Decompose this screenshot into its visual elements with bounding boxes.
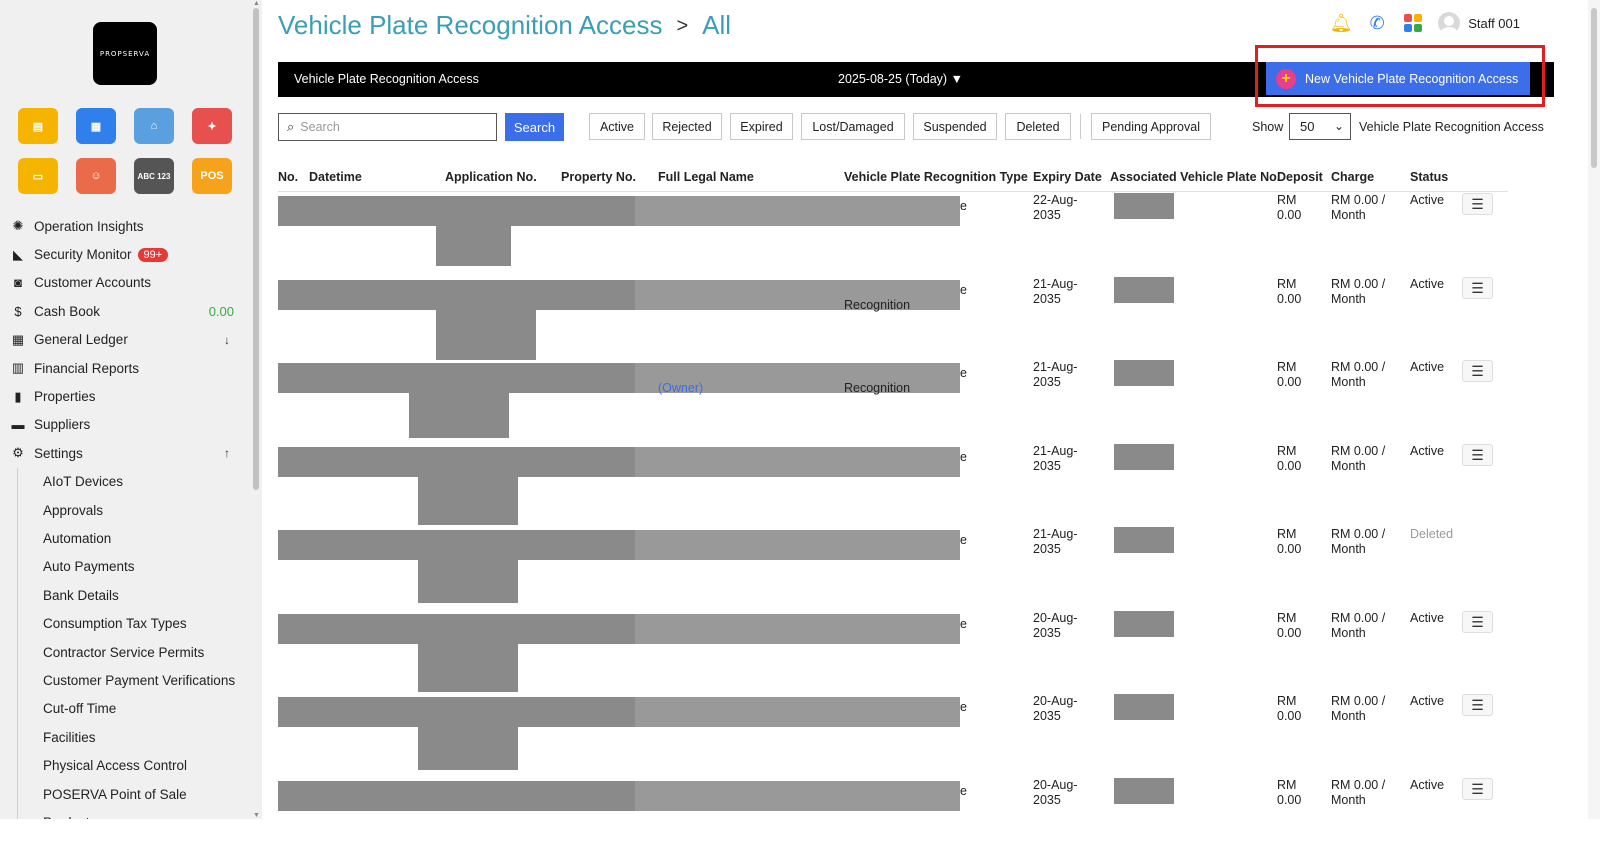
show-suffix-label: Vehicle Plate Recognition Access (1359, 120, 1544, 134)
settings-item-cut-off-time[interactable]: Cut-off Time (18, 695, 250, 723)
gear-icon: ⚙ (12, 445, 24, 461)
sidebar-item-label: Cash Book (34, 303, 101, 319)
truck-icon: ▬ (11, 417, 25, 433)
settings-item-customer-payment-verifications[interactable]: Customer Payment Verifications (18, 666, 250, 694)
sidebar-item-financial-reports[interactable]: ▥ Financial Reports (0, 354, 250, 382)
sidebar-item-general-ledger[interactable]: ▦ General Ledger ↓ (0, 326, 250, 354)
date-picker[interactable]: 2025-08-25 (Today) ▼ (838, 72, 963, 86)
app-launcher-grid: ▤ ▦ ⌂ ✦ ▭ ☺ ABC 123 POS (18, 108, 238, 194)
filter-bar: ⌕ Search Active Rejected Expired Lost/Da… (278, 112, 1598, 142)
card-key-icon[interactable]: ▭ (18, 158, 58, 194)
plus-icon: + (1276, 68, 1296, 89)
sidebar-item-security-monitor[interactable]: ◣ Security Monitor 99+ (0, 240, 250, 268)
breadcrumb-separator: > (676, 15, 689, 37)
page-title-text: Vehicle Plate Recognition Access (278, 10, 663, 40)
bank-icon[interactable]: ⌂ (134, 108, 174, 144)
filter-rejected-button[interactable]: Rejected (652, 113, 722, 140)
settings-item-bank-details[interactable]: Bank Details (18, 581, 250, 609)
settings-item-facilities[interactable]: Facilities (18, 723, 250, 751)
filter-deleted-button[interactable]: Deleted (1005, 113, 1071, 140)
filter-divider (1080, 114, 1081, 139)
dollar-icon: $ (14, 303, 22, 319)
filter-lost-damaged-button[interactable]: Lost/Damaged (801, 113, 905, 140)
show-count-select[interactable]: 50 ⌄ (1289, 113, 1351, 140)
shapes-icon[interactable]: ✦ (192, 108, 232, 144)
sidebar-item-label: Operation Insights (34, 218, 144, 234)
search-icon: ⌕ (287, 119, 295, 134)
search-button[interactable]: Search (505, 113, 564, 141)
sidebar-item-operation-insights[interactable]: ✺ Operation Insights (0, 212, 250, 240)
calculator-icon: ▦ (11, 331, 25, 347)
sidebar-item-label: Settings (34, 445, 83, 461)
bell-icon[interactable]: 🔔︎ (1330, 12, 1353, 34)
id-card-icon[interactable]: ▤ (18, 108, 58, 144)
search-field[interactable]: ⌕ (278, 113, 497, 141)
settings-item-auto-payments[interactable]: Auto Payments (18, 553, 250, 581)
cctv-icon: ◣ (13, 246, 23, 262)
sidebar-item-settings[interactable]: ⚙ Settings ↑ (0, 439, 250, 467)
sidebar-item-label: Financial Reports (34, 360, 140, 376)
notification-badge: 99+ (137, 247, 169, 262)
sidebar-item-properties[interactable]: ▮ Properties (0, 382, 250, 410)
filter-active-button[interactable]: Active (589, 113, 645, 140)
new-access-button-label: New Vehicle Plate Recognition Access (1305, 71, 1519, 86)
search-input[interactable] (300, 120, 481, 134)
scroll-up-arrow-icon[interactable]: ▲ (253, 0, 260, 7)
brand-logo-text: PROPSERVA (99, 49, 151, 58)
sidebar-item-suppliers[interactable]: ▬ Suppliers (0, 411, 250, 439)
sidebar-scrollbar[interactable]: ▲ ▼ (251, 0, 262, 819)
settings-item-products[interactable]: Products (18, 808, 250, 819)
calendar-icon[interactable]: ▦ (76, 108, 116, 144)
sidebar-nav: ✺ Operation Insights ◣ Security Monitor 99+ ◙… (0, 212, 250, 819)
show-count-value: 50 (1300, 119, 1315, 134)
bulb-icon: ✺ (12, 218, 24, 234)
pos-icon[interactable]: POS (192, 158, 232, 194)
sidebar-item-label: General Ledger (34, 332, 128, 348)
building-icon: ▮ (14, 388, 22, 404)
page-title: Vehicle Plate Recognition Access > All (278, 10, 731, 41)
brand-logo[interactable]: PROPSERVA (93, 22, 157, 85)
user-name[interactable]: Staff 001 (1468, 16, 1520, 31)
face-scan-icon[interactable]: ☺ (76, 158, 116, 194)
cash-balance: 0.00 (208, 303, 234, 319)
contact-card-icon: ◙ (14, 275, 22, 291)
chevron-down-icon: ⌄ (1333, 119, 1344, 133)
avatar[interactable] (1438, 12, 1461, 34)
toolbar-title: Vehicle Plate Recognition Access (294, 72, 479, 86)
sidebar-item-cash-book[interactable]: $ Cash Book 0.00 (0, 297, 250, 325)
expand-arrow-icon[interactable]: ↓ (224, 333, 230, 347)
apps-grid-icon[interactable] (1402, 12, 1424, 34)
filter-suspended-button[interactable]: Suspended (913, 113, 997, 140)
scroll-down-arrow-icon[interactable]: ▼ (253, 812, 260, 819)
sidebar-item-label: Customer Accounts (34, 275, 152, 291)
sidebar-item-label: Security Monitor (34, 247, 132, 263)
page-subtitle[interactable]: All (702, 10, 731, 40)
new-access-button[interactable]: + New Vehicle Plate Recognition Access (1266, 62, 1530, 95)
sidebar-item-label: Properties (34, 389, 96, 405)
settings-item-aiot-devices[interactable]: AIoT Devices (18, 468, 250, 496)
sidebar-item-customer-accounts[interactable]: ◙ Customer Accounts (0, 269, 250, 297)
settings-item-physical-access-control[interactable]: Physical Access Control (18, 751, 250, 779)
settings-submenu: AIoT Devices Approvals Automation Auto Paym… (17, 467, 250, 819)
settings-item-contractor-service-permits[interactable]: Contractor Service Permits (18, 638, 250, 666)
main-scroll-thumb[interactable] (1591, 8, 1597, 168)
sidebar: PROPSERVA ▤ ▦ ⌂ ✦ ▭ ☺ ABC 123 POS ✺ Operation In… (0, 0, 262, 819)
sidebar-item-label: Suppliers (34, 417, 91, 433)
filter-pending-approval-button[interactable]: Pending Approval (1091, 113, 1211, 140)
sidebar-scroll-thumb[interactable] (253, 8, 259, 490)
filter-expired-button[interactable]: Expired (730, 113, 793, 140)
main-scrollbar[interactable] (1588, 0, 1600, 819)
settings-item-approvals[interactable]: Approvals (18, 496, 250, 524)
show-label: Show (1252, 120, 1284, 134)
settings-item-consumption-tax-types[interactable]: Consumption Tax Types (18, 609, 250, 637)
top-right-actions: 🔔︎ ✆ Staff 001 (1330, 12, 1520, 34)
report-icon: ▥ (11, 360, 25, 376)
settings-item-automation[interactable]: Automation (18, 524, 250, 552)
plate-abc123-icon[interactable]: ABC 123 (134, 158, 174, 194)
phone-icon[interactable]: ✆ (1366, 12, 1388, 34)
collapse-arrow-icon[interactable]: ↑ (224, 446, 230, 460)
settings-item-poserva-point-of-sale[interactable]: POSERVA Point of Sale (18, 780, 250, 808)
